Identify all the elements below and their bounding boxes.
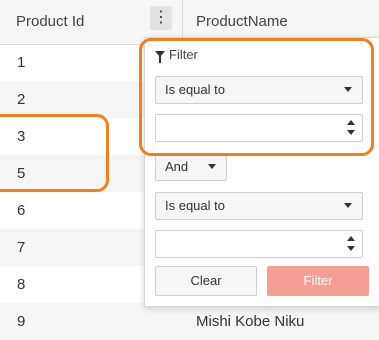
cell-product-id: 5 [17,165,26,182]
filter-menu-popup: Filter Is equal to And Is equal to Clear… [144,37,379,307]
spin-down-icon[interactable] [347,130,355,135]
spinner[interactable] [344,233,358,255]
cell-product-id: 7 [17,239,26,256]
logic-operator-value: And [165,159,189,174]
cell-product-id: 6 [17,202,26,219]
spin-down-icon[interactable] [347,246,355,251]
first-value-input[interactable] [156,115,336,141]
filter-title: Filter [155,46,198,64]
filter-title-label: Filter [169,47,198,62]
filter-funnel-icon [155,50,165,63]
filter-button[interactable]: Filter [267,266,369,296]
cell-product-id: 8 [17,276,26,293]
caret-down-icon [344,87,352,92]
caret-down-icon [208,164,216,169]
caret-down-icon [344,203,352,208]
second-value-numeric-input[interactable] [155,230,363,258]
spinner[interactable] [344,117,358,139]
second-value-input[interactable] [156,231,336,257]
cell-product-id: 1 [17,54,26,71]
logic-operator-dropdown[interactable]: And [155,153,227,181]
cell-product-id: 2 [17,91,26,108]
cell-product-id: 3 [17,128,26,145]
first-operator-dropdown[interactable]: Is equal to [155,76,363,104]
spin-up-icon[interactable] [347,236,355,241]
spin-up-icon[interactable] [347,120,355,125]
first-operator-value: Is equal to [165,82,225,97]
clear-button[interactable]: Clear [155,266,257,296]
first-value-numeric-input[interactable] [155,114,363,142]
second-operator-value: Is equal to [165,198,225,213]
column-header-product-id[interactable]: Product Id [16,0,84,44]
second-operator-dropdown[interactable]: Is equal to [155,192,363,220]
column-menu-icon[interactable]: ⋮ [150,6,172,30]
